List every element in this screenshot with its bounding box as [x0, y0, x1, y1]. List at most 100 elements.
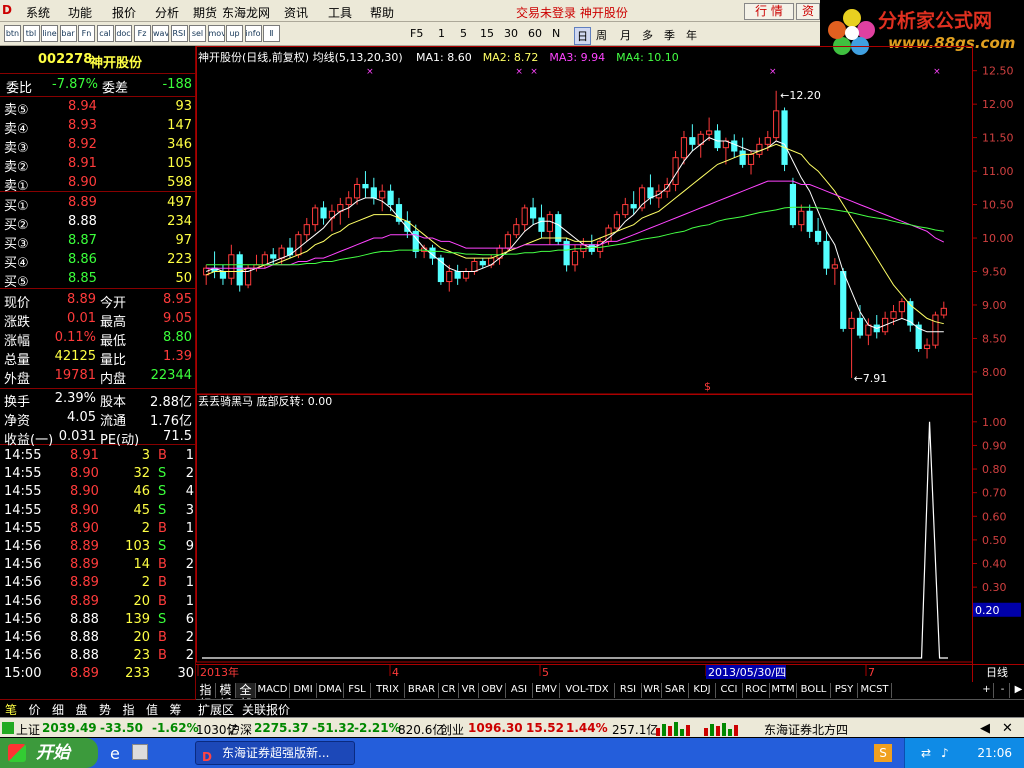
indicator-tab-全部[interactable]: 全部: [236, 683, 256, 711]
indicator-tab-obv[interactable]: OBV: [479, 683, 506, 698]
taskbar-app-item[interactable]: D 东海证券超强版新...: [195, 741, 355, 765]
toolbar-icon-5[interactable]: cal: [96, 25, 114, 42]
indicator-tab-mtm[interactable]: MTM: [770, 683, 797, 698]
period-button-4[interactable]: 30: [504, 27, 518, 40]
toolbar-icon-9[interactable]: RSI: [170, 25, 188, 42]
sub-ytick-label: 0.90: [982, 439, 1007, 452]
indicator-tab-asi[interactable]: ASI: [506, 683, 533, 698]
indicator-tab-emv[interactable]: EMV: [533, 683, 560, 698]
toolbar-icon-3[interactable]: bar: [59, 25, 77, 42]
quote-tab-5[interactable]: 指: [123, 701, 135, 718]
candle-body: [706, 130, 713, 135]
period-button-3[interactable]: 15: [480, 27, 494, 40]
network-icon[interactable]: ⇄: [921, 738, 931, 768]
toolbar-icon-4[interactable]: Fn: [78, 25, 95, 42]
period-button-0[interactable]: F5: [410, 27, 423, 40]
indicator-tab-boll[interactable]: BOLL: [797, 683, 831, 698]
desktop-icon[interactable]: [132, 744, 148, 760]
indicator-tab-sar[interactable]: SAR: [662, 683, 689, 698]
candle-body: [840, 271, 847, 329]
period-button-6[interactable]: N: [552, 27, 560, 40]
toolbar-icon-11[interactable]: move: [207, 25, 225, 42]
indicator-tab-wr[interactable]: WR: [642, 683, 662, 698]
candle-body: [739, 150, 746, 165]
tab-nav-0[interactable]: +: [980, 683, 994, 698]
menu-news[interactable]: 资讯: [284, 4, 308, 21]
sell-price: 8.92: [68, 137, 97, 152]
tick-count: 30: [177, 666, 194, 682]
info-button[interactable]: 资: [796, 3, 820, 20]
tick-volume: 103: [125, 539, 150, 554]
toolbar-icon-2[interactable]: line: [41, 25, 58, 42]
volume-icon[interactable]: ♪: [941, 738, 949, 768]
toolbar-icon-10[interactable]: sel: [189, 25, 206, 42]
indicator-tab-trix[interactable]: TRIX: [371, 683, 405, 698]
quote-tab-6[interactable]: 值: [146, 701, 158, 718]
indicator-tab-vol-tdx[interactable]: VOL-TDX: [560, 683, 615, 698]
candle-body: [806, 210, 813, 232]
indicator-tab-fsl[interactable]: FSL: [344, 683, 371, 698]
speaker-icon[interactable]: ◀: [980, 721, 990, 736]
sell-row: 卖① 8.90 598: [0, 174, 196, 194]
quote-tab-2[interactable]: 细: [52, 701, 64, 718]
toolbar-icon-0[interactable]: btn: [4, 25, 21, 42]
period-button-8[interactable]: 周: [596, 27, 607, 43]
toolbar-icon-6[interactable]: doc: [115, 25, 132, 42]
close-icon[interactable]: ✕: [1002, 721, 1013, 736]
quote-tab-0[interactable]: 笔: [5, 701, 17, 718]
menu-analysis[interactable]: 分析: [155, 4, 179, 21]
period-button-2[interactable]: 5: [460, 27, 467, 40]
indicator-tab-vr[interactable]: VR: [459, 683, 479, 698]
indicator-tab-cr[interactable]: CR: [439, 683, 459, 698]
indicator-tab-roc[interactable]: ROC: [743, 683, 770, 698]
indicator-tab-cci[interactable]: CCI: [716, 683, 743, 698]
period-button-1[interactable]: 1: [438, 27, 445, 40]
period-button-10[interactable]: 多: [642, 27, 653, 43]
menu-system[interactable]: 系统: [26, 4, 50, 21]
menu-function[interactable]: 功能: [68, 4, 92, 21]
quote-tab-3[interactable]: 盘: [76, 701, 88, 718]
period-button-12[interactable]: 年: [686, 27, 697, 43]
period-button-9[interactable]: 月: [620, 27, 631, 43]
quote-tab-7[interactable]: 筹: [170, 701, 182, 718]
indicator-tab-模板[interactable]: 模板: [216, 683, 236, 711]
period-button-5[interactable]: 60: [528, 27, 542, 40]
buy-row: 买② 8.88 234: [0, 213, 196, 233]
tab-nav-2[interactable]: ▶: [1012, 683, 1024, 698]
indicator-tab-dmi[interactable]: DMI: [290, 683, 317, 698]
indicator-tab-psy[interactable]: PSY: [831, 683, 858, 698]
chart-area[interactable]: 神开股份(日线,前复权) 均线(5,13,20,30) MA1: 8.60 MA2:…: [196, 46, 1024, 700]
toolbar-icon-14[interactable]: Ⅱ: [263, 25, 280, 42]
indicator-tab-指标[interactable]: 指标: [196, 683, 216, 711]
indicator-tab-macd[interactable]: MACD: [256, 683, 290, 698]
toolbar-icon-1[interactable]: tbl: [22, 25, 40, 42]
ext-tab-0[interactable]: 扩展区: [198, 701, 234, 718]
indicator-tab-kdj[interactable]: KDJ: [689, 683, 716, 698]
menu-quote[interactable]: 报价: [112, 4, 136, 21]
buy-row: 买④ 8.86 223: [0, 251, 196, 271]
indicator-tab-mcst[interactable]: MCST: [858, 683, 892, 698]
quote-tab-4[interactable]: 势: [99, 701, 111, 718]
ime-icon[interactable]: S: [874, 744, 892, 762]
ext-tab-1[interactable]: 关联报价: [242, 701, 290, 718]
menu-futures[interactable]: 期货: [193, 4, 217, 21]
low-label: ←7.91: [854, 372, 888, 385]
toolbar-icon-7[interactable]: Fz: [133, 25, 151, 42]
period-button-7[interactable]: 日: [574, 27, 591, 45]
indicator-tab-dma[interactable]: DMA: [317, 683, 344, 698]
quote-tab-1[interactable]: 价: [29, 701, 41, 718]
ie-icon[interactable]: e: [110, 744, 120, 763]
indicator-tab-rsi[interactable]: RSI: [615, 683, 642, 698]
menu-tools[interactable]: 工具: [328, 4, 352, 21]
toolbar-icon-13[interactable]: info: [244, 25, 262, 42]
toolbar-icon-12[interactable]: up: [226, 25, 243, 42]
buy-row: 买③ 8.87 97: [0, 232, 196, 252]
toolbar-icon-8[interactable]: wave: [152, 25, 169, 42]
tab-nav-1[interactable]: -: [996, 683, 1010, 698]
menu-help[interactable]: 帮助: [370, 4, 394, 21]
menu-donghai[interactable]: 东海龙网: [222, 4, 270, 21]
market-button[interactable]: 行 情: [744, 3, 794, 20]
kline-chart[interactable]: 神开股份(日线,前复权) 均线(5,13,20,30) MA1: 8.60 MA2:…: [196, 46, 1024, 682]
period-button-11[interactable]: 季: [664, 27, 675, 43]
indicator-tab-brar[interactable]: BRAR: [405, 683, 439, 698]
